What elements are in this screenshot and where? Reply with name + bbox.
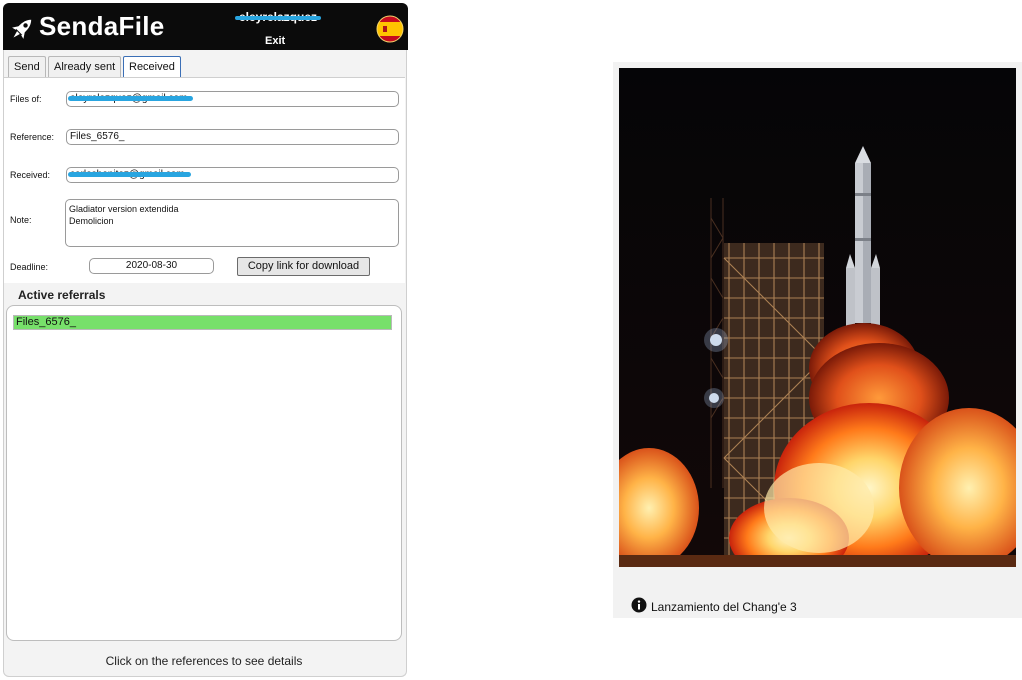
files-of-label: Files of: bbox=[10, 94, 42, 104]
sendafile-app: SendaFile eleyrelazquez Exit Send Alread… bbox=[0, 0, 408, 680]
app-title: SendaFile bbox=[39, 11, 165, 41]
reference-label: Reference: bbox=[10, 132, 55, 142]
files-of-value: eleyrelazquez@gmail.com bbox=[67, 93, 194, 104]
spain-flag-icon[interactable] bbox=[376, 15, 404, 43]
files-of-field[interactable]: eleyrelazquez@gmail.com bbox=[66, 91, 399, 107]
note-label: Note: bbox=[10, 215, 32, 225]
received-field[interactable]: carlosbenitez@gmail.com bbox=[66, 167, 399, 183]
app-header: SendaFile eleyrelazquez Exit bbox=[3, 3, 408, 50]
rocket-launch-image bbox=[619, 68, 1016, 567]
received-value: carlosbenitez@gmail.com bbox=[68, 169, 191, 180]
tab-received[interactable]: Received bbox=[123, 56, 181, 77]
footer-hint: Click on the references to see details bbox=[105, 654, 303, 668]
active-referrals-title: Active referrals bbox=[18, 288, 106, 302]
copy-link-button[interactable]: Copy link for download bbox=[237, 257, 370, 276]
reference-field[interactable]: Files_6576_ bbox=[66, 129, 399, 145]
note-field[interactable]: Gladiator version extendida Demolicion bbox=[65, 199, 399, 247]
referral-item[interactable]: Files_6576_ bbox=[13, 315, 392, 330]
tab-already-sent[interactable]: Already sent bbox=[48, 56, 122, 77]
rocket-icon bbox=[12, 19, 32, 39]
username-display: eleyrelazquez bbox=[235, 10, 321, 24]
image-caption: Lanzamiento del Chang'e 3 bbox=[651, 600, 797, 614]
info-icon bbox=[631, 597, 647, 613]
deadline-label: Deadline: bbox=[10, 262, 49, 272]
received-label: Received: bbox=[10, 170, 51, 180]
exit-link[interactable]: Exit bbox=[265, 35, 285, 47]
deadline-field[interactable]: 2020-08-30 bbox=[89, 258, 214, 274]
referrals-list[interactable] bbox=[6, 305, 402, 641]
tab-send[interactable]: Send bbox=[8, 56, 46, 77]
